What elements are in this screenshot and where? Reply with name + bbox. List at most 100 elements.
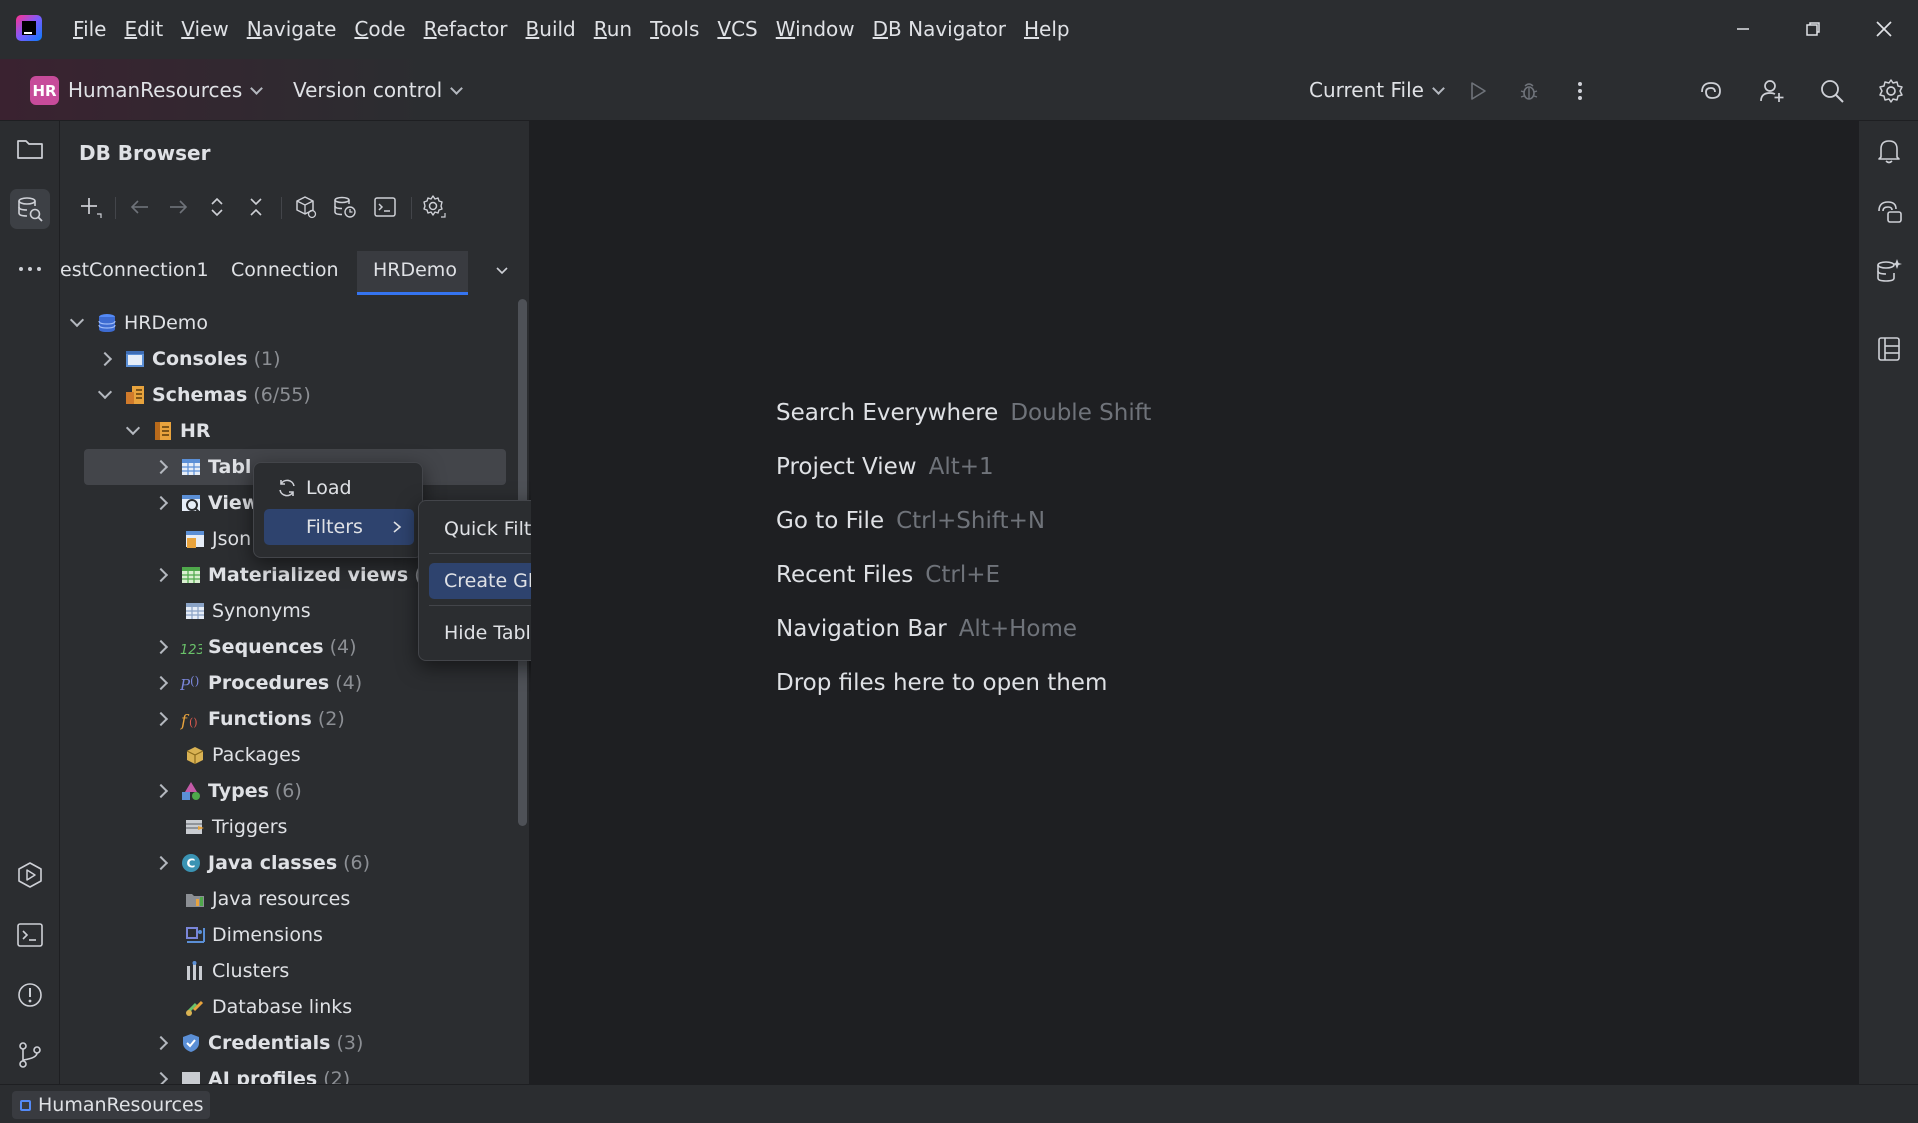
tree-node-procedures[interactable]: P() Procedures (4): [153, 665, 362, 701]
chevron-right-icon[interactable]: [153, 783, 169, 799]
close-window-button[interactable]: [1866, 12, 1902, 46]
tree-node-triggers[interactable]: Triggers: [184, 809, 287, 845]
tree-node-functions[interactable]: f() Functions (2): [153, 701, 345, 737]
settings-button[interactable]: [1876, 76, 1906, 106]
cubes-icon: [296, 196, 317, 219]
tree-node-packages[interactable]: Packages: [184, 737, 301, 773]
tab-testconnection1[interactable]: estConnection1: [60, 259, 209, 281]
menu-navigate[interactable]: Navigate: [247, 17, 337, 41]
tree-node-hrdemo[interactable]: HRDemo: [69, 305, 208, 341]
chevron-right-icon[interactable]: [153, 1071, 169, 1084]
tree-node-label: AI profiles: [208, 1068, 318, 1084]
chevron-right-icon[interactable]: [153, 459, 169, 475]
project-badge[interactable]: HR: [30, 76, 59, 105]
menu-view[interactable]: View: [181, 17, 228, 41]
chevron-down-icon[interactable]: [97, 384, 113, 400]
tree-node-views[interactable]: View: [153, 485, 259, 521]
tree-node-credentials[interactable]: Credentials (3): [153, 1025, 363, 1061]
chevron-right-icon[interactable]: [153, 567, 169, 583]
notifications-button[interactable]: [1869, 131, 1909, 171]
tree-node-ai-profiles[interactable]: AI profiles (2): [153, 1061, 350, 1084]
services-tool-button[interactable]: [10, 855, 50, 895]
console-button[interactable]: [370, 192, 400, 222]
menu-code[interactable]: Code: [354, 17, 405, 41]
tree-node-consoles[interactable]: Consoles (1): [97, 341, 281, 377]
sql-console-button[interactable]: [330, 192, 360, 222]
database-ai-button[interactable]: [1869, 251, 1909, 291]
chevron-right-icon[interactable]: [153, 855, 169, 871]
tab-connection[interactable]: Connection: [231, 259, 339, 281]
menu-vcs[interactable]: VCS: [717, 17, 757, 41]
chevron-right-icon[interactable]: [153, 711, 169, 727]
add-connection-button[interactable]: [75, 192, 105, 222]
tabs-dropdown-button[interactable]: [492, 261, 512, 281]
tab-hrdemo[interactable]: HRDemo: [373, 259, 457, 281]
code-with-me-button[interactable]: [1757, 76, 1787, 106]
terminal-tool-button[interactable]: [10, 915, 50, 955]
debug-button[interactable]: [1514, 76, 1544, 106]
chevron-right-icon[interactable]: [153, 495, 169, 511]
chevron-down-icon[interactable]: [125, 420, 141, 436]
tree-node-java-resources[interactable]: Java resources: [184, 881, 350, 917]
tree-node-java-classes[interactable]: C Java classes (6): [153, 845, 370, 881]
chevron-right-icon[interactable]: [153, 639, 169, 655]
run-config-selector[interactable]: Current File: [1309, 78, 1445, 102]
more-actions-button[interactable]: [1565, 76, 1595, 106]
restore-button[interactable]: [1795, 12, 1831, 46]
chevron-down-icon[interactable]: [69, 312, 85, 328]
menu-build[interactable]: Build: [526, 17, 576, 41]
gear-dropdown-icon: [423, 195, 446, 218]
editor-area[interactable]: Search Everywhere Double Shift Project Vi…: [531, 121, 1858, 1084]
ai-chat-button[interactable]: [1869, 191, 1909, 231]
ai-assistant-button[interactable]: [1696, 76, 1726, 106]
menu-file[interactable]: File: [73, 17, 106, 41]
tree-node-hr[interactable]: HR: [125, 413, 211, 449]
menu-run[interactable]: Run: [594, 17, 632, 41]
run-button[interactable]: [1463, 76, 1493, 106]
menu-tools[interactable]: Tools: [650, 17, 699, 41]
tree-node-database-links[interactable]: Database links: [184, 989, 352, 1025]
expand-all-button[interactable]: [202, 192, 232, 222]
version-control-selector[interactable]: Version control: [293, 78, 464, 102]
chevron-right-icon[interactable]: [153, 675, 169, 691]
tree-node-count: (6/55): [253, 384, 311, 406]
tree-node-label: Triggers: [212, 816, 288, 838]
hint-action: Drop files here to open them: [776, 670, 1108, 696]
menu-edit[interactable]: Edit: [124, 17, 163, 41]
menu-db-navigator[interactable]: DB Navigator: [873, 17, 1006, 41]
back-button[interactable]: [125, 192, 155, 222]
breadcrumb[interactable]: HumanResources: [12, 1091, 210, 1119]
menu-item-filters[interactable]: Filters: [264, 509, 414, 545]
chevron-right-icon[interactable]: [97, 351, 113, 367]
tree-node-clusters[interactable]: Clusters: [184, 953, 289, 989]
tree-node-sequences[interactable]: 123 Sequences(4): [153, 629, 357, 665]
tree-node-materialized-views[interactable]: Materialized views(2: [153, 557, 434, 593]
db-browser-tool-button[interactable]: [10, 189, 50, 229]
minimize-button[interactable]: [1725, 12, 1761, 46]
menu-refactor[interactable]: Refactor: [424, 17, 508, 41]
tree-node-label: Java resources: [212, 888, 351, 910]
intellij-logo-icon[interactable]: [16, 15, 42, 41]
menu-item-load[interactable]: Load: [264, 470, 414, 506]
project-tool-button[interactable]: [10, 129, 50, 169]
tree-node-dimensions[interactable]: Dimensions: [184, 917, 323, 953]
tree-node-synonyms[interactable]: Synonyms: [184, 593, 311, 629]
menu-window[interactable]: Window: [776, 17, 855, 41]
panel-settings-button[interactable]: [419, 192, 449, 222]
git-tool-button[interactable]: [10, 1035, 50, 1075]
tree-node-types[interactable]: Types (6): [153, 773, 302, 809]
search-everywhere-button[interactable]: [1817, 76, 1847, 106]
forward-button[interactable]: [163, 192, 193, 222]
structure-button[interactable]: [1869, 329, 1909, 369]
object-properties-button[interactable]: [290, 192, 320, 222]
problems-tool-button[interactable]: [10, 975, 50, 1015]
chevron-right-icon[interactable]: [153, 1035, 169, 1051]
tree-node-schemas[interactable]: Schemas (6/55): [97, 377, 311, 413]
menu-help[interactable]: Help: [1024, 17, 1070, 41]
more-vertical-icon: [1578, 82, 1582, 100]
project-selector[interactable]: HumanResources: [68, 78, 264, 102]
more-tools-button[interactable]: [10, 249, 50, 289]
tree-node-tables[interactable]: Tabl: [153, 449, 251, 485]
tree-node-json[interactable]: Json: [184, 521, 251, 557]
collapse-all-button[interactable]: [241, 192, 271, 222]
